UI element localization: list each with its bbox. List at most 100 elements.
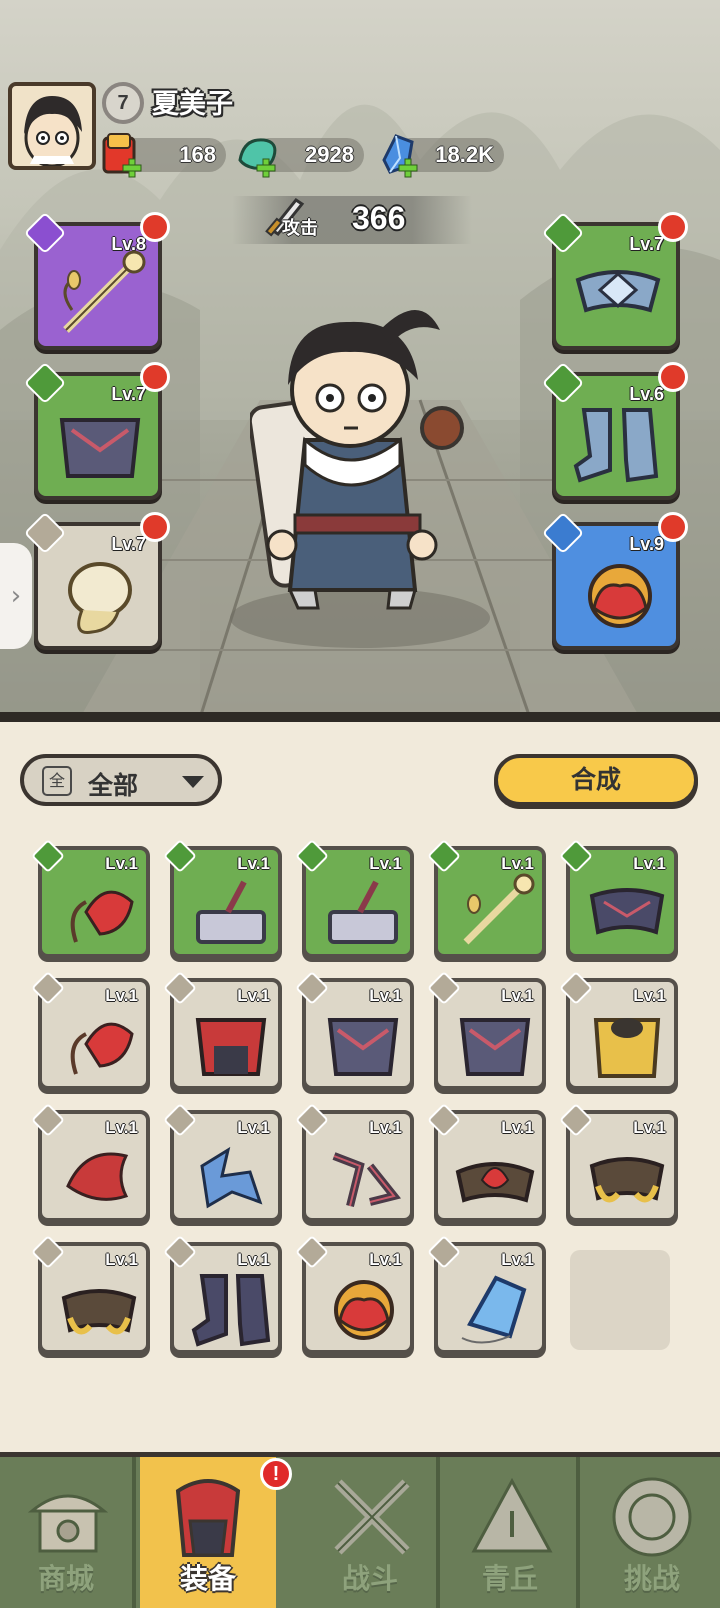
- gold-belt-icon: [61, 1289, 137, 1335]
- dark-armor-icon: [59, 418, 141, 478]
- inventory-item-level: Lv.1: [633, 1118, 666, 1137]
- inventory-item-level: Lv.1: [237, 1118, 270, 1137]
- upgrade-arrow-icon: [140, 512, 170, 542]
- upgrade-arrow-icon: [658, 512, 688, 542]
- inventory-item-level: Lv.1: [237, 1250, 270, 1269]
- dropdown-arrow-icon: [182, 776, 204, 788]
- filter-all-icon: 全: [42, 766, 72, 796]
- inventory-item[interactable]: Lv.1: [295, 1235, 414, 1354]
- inventory-item-level: Lv.1: [369, 854, 402, 873]
- inventory-item-level: Lv.1: [105, 1250, 138, 1269]
- shop-icon: [27, 1494, 109, 1553]
- equipped-belt-slot[interactable]: Lv.7: [541, 211, 688, 350]
- inventory-item-level: Lv.1: [501, 1118, 534, 1137]
- avatar-face: [24, 96, 82, 166]
- inventory-item[interactable]: Lv.1: [31, 1235, 150, 1354]
- mountain-icon: [471, 1477, 553, 1553]
- category-filter-dropdown[interactable]: 全 全部: [20, 754, 222, 806]
- dark-armor-icon: [327, 1018, 399, 1076]
- inventory-item-level: Lv.1: [369, 1250, 402, 1269]
- gold-armor-icon: [593, 1018, 661, 1078]
- red-armor-icon: [195, 1018, 267, 1076]
- add-red-envelope-icon[interactable]: [122, 158, 142, 178]
- ice-boots-icon: [573, 408, 659, 483]
- inventory-item-level: Lv.1: [105, 854, 138, 873]
- inventory-item[interactable]: Lv.1: [559, 971, 678, 1090]
- inventory-item[interactable]: Lv.1: [559, 1103, 678, 1222]
- player-avatar[interactable]: [8, 82, 96, 170]
- lotus-orb-icon: [334, 1280, 394, 1340]
- add-jade-icon[interactable]: [256, 158, 276, 178]
- dark-boots-icon: [191, 1274, 271, 1347]
- inventory-item-level: Lv.1: [501, 854, 534, 873]
- player-name: 夏美子: [152, 89, 233, 120]
- equipment-alert-badge: !: [260, 1458, 292, 1490]
- upgrade-arrow-icon: [140, 212, 170, 242]
- dark-armor-icon: [459, 1018, 531, 1076]
- inventory-item-level: Lv.1: [105, 986, 138, 1005]
- inventory-item-level: Lv.1: [501, 986, 534, 1005]
- dark-belt-icon: [589, 888, 665, 935]
- inventory-item[interactable]: Lv.1: [427, 971, 546, 1090]
- compose-button[interactable]: 合成: [494, 754, 698, 806]
- inventory-item[interactable]: Lv.1: [295, 971, 414, 1090]
- inventory-item[interactable]: Lv.1: [31, 1103, 150, 1222]
- nav-qingqiu-label: 青丘: [481, 1562, 538, 1595]
- flower-sword-icon: [63, 250, 146, 333]
- inventory-item[interactable]: Lv.1: [427, 839, 546, 958]
- hero-character[interactable]: [250, 290, 470, 630]
- lotus-belt-icon: [455, 1162, 535, 1203]
- equipped-weapon-slot[interactable]: Lv.8: [23, 211, 170, 350]
- inventory-item-level: Lv.1: [369, 986, 402, 1005]
- side-expand-tab[interactable]: ›: [0, 543, 32, 649]
- upgrade-arrow-icon: [658, 362, 688, 392]
- inventory-item[interactable]: Lv.1: [559, 839, 678, 958]
- inventory-item-level: Lv.1: [105, 1118, 138, 1137]
- nav-challenge[interactable]: 挑战: [584, 1457, 720, 1608]
- equipped-armor-slot[interactable]: Lv.7: [23, 361, 170, 500]
- nav-shop[interactable]: 商城: [0, 1457, 136, 1608]
- inventory-item[interactable]: Lv.1: [163, 1103, 282, 1222]
- inventory-item[interactable]: Lv.1: [295, 1103, 414, 1222]
- stone-anvil-icon: [328, 880, 398, 944]
- inventory-item[interactable]: Lv.1: [295, 839, 414, 958]
- blue-bracer-icon: [200, 1146, 263, 1209]
- nav-equipment[interactable]: 装备: [140, 1457, 276, 1608]
- red-bracer-icon: [66, 1152, 129, 1201]
- nav-challenge-label: 挑战: [623, 1562, 680, 1595]
- inventory-item-level: Lv.1: [501, 1250, 534, 1269]
- flower-sword-icon: [463, 873, 535, 945]
- currency-crystal-value: 18.2K: [435, 142, 494, 167]
- inventory-item[interactable]: Lv.1: [427, 1235, 546, 1354]
- dark-bracer-icon: [332, 1152, 402, 1207]
- inventory-item-level: Lv.1: [237, 986, 270, 1005]
- red-flower-whip-icon: [70, 890, 134, 943]
- scene-divider: [0, 712, 720, 722]
- equipped-accessory-slot[interactable]: Lv.9: [541, 511, 688, 650]
- crossed-swords-icon: [334, 1479, 410, 1555]
- inventory-item-level: Lv.1: [237, 854, 270, 873]
- equipped-bracer-slot[interactable]: Lv.7: [23, 511, 170, 650]
- filter-label: 全部: [88, 771, 139, 800]
- attack-value: 366: [352, 200, 406, 236]
- nav-qingqiu[interactable]: 青丘: [444, 1457, 580, 1608]
- nav-equipment-label: 装备: [179, 1562, 236, 1595]
- inventory-item-level: Lv.1: [633, 854, 666, 873]
- nav-battle[interactable]: 战斗: [304, 1457, 440, 1608]
- inventory-item-level: Lv.1: [633, 986, 666, 1005]
- equipped-boots-slot[interactable]: Lv.6: [541, 361, 688, 500]
- upgrade-arrow-icon: [140, 362, 170, 392]
- inventory-item[interactable]: Lv.1: [427, 1103, 546, 1222]
- add-crystal-icon[interactable]: [398, 158, 418, 178]
- stone-anvil-icon: [196, 880, 266, 944]
- nav-battle-label: 战斗: [341, 1562, 398, 1595]
- lotus-orb-icon: [588, 564, 652, 628]
- inventory-item[interactable]: Lv.1: [163, 839, 282, 958]
- blue-crystal-pendant-icon: [461, 1275, 527, 1344]
- attack-label: 攻击: [282, 218, 318, 239]
- inventory-item[interactable]: Lv.1: [31, 971, 150, 1090]
- inventory-item[interactable]: Lv.1: [163, 1235, 282, 1354]
- inventory-item[interactable]: Lv.1: [31, 839, 150, 958]
- inventory-item[interactable]: Lv.1: [163, 971, 282, 1090]
- currency-jade-value: 2928: [305, 142, 354, 167]
